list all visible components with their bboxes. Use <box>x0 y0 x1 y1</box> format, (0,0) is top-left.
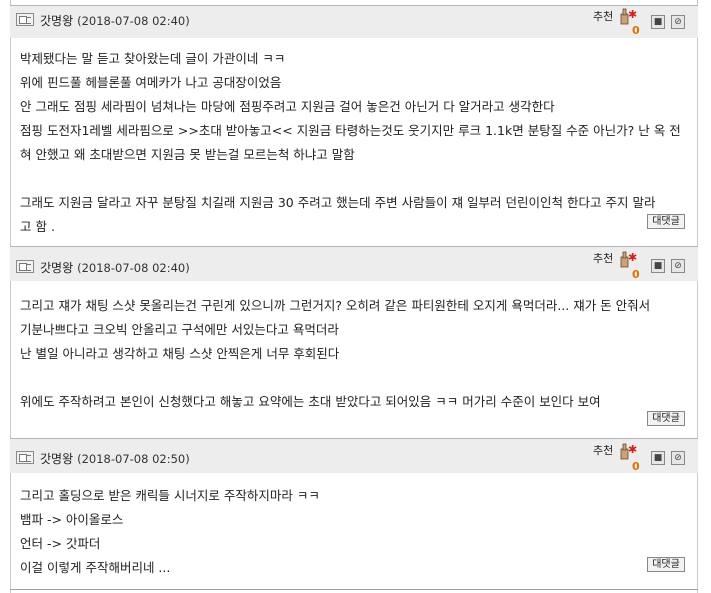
comment-body: 그리고 홀딩으로 받은 캐릭들 시너지로 주작하지마라 ㅋㅋ 뱀파 -> 아이올… <box>20 488 320 575</box>
recommend-count: 0 <box>632 460 640 473</box>
recommend-star-icon: ✱ <box>628 251 638 264</box>
comment-1: 갓명왕 (2018-07-08 02:40) 추천 ✱ 0 ■ ⊘ 박제됐다는 말… <box>10 5 698 241</box>
comment-author[interactable]: 갓명왕 (2018-07-08 02:40) <box>40 12 190 29</box>
comment-3: 갓명왕 (2018-07-08 02:50) 추천 ✱ 0 ■ ⊘ 그리고 홀딩으… <box>10 438 698 590</box>
member-level-icon <box>16 13 34 26</box>
comment-divider <box>10 589 698 590</box>
comment-author[interactable]: 갓명왕 (2018-07-08 02:40) <box>40 259 190 276</box>
recommend-count: 0 <box>632 24 640 37</box>
comment-2: 갓명왕 (2018-07-08 02:40) 추천 ✱ 0 ■ ⊘ 그리고 쟤가 … <box>10 246 698 436</box>
comment-author[interactable]: 갓명왕 (2018-07-08 02:50) <box>40 450 190 467</box>
member-level-icon <box>16 260 34 273</box>
block-user-button[interactable]: ■ <box>651 451 665 465</box>
recommend-count: 0 <box>632 268 640 281</box>
report-button[interactable]: ⊘ <box>671 451 685 465</box>
member-level-icon <box>16 451 34 464</box>
reply-button[interactable]: 대댓글 <box>647 557 685 572</box>
recommend-label: 추천 <box>593 10 614 23</box>
reply-button[interactable]: 대댓글 <box>647 214 685 229</box>
recommend-star-icon: ✱ <box>628 443 638 456</box>
report-button[interactable]: ⊘ <box>671 259 685 273</box>
recommend-star-icon: ✱ <box>628 8 638 21</box>
block-user-button[interactable]: ■ <box>651 259 665 273</box>
comment-date: (2018-07-08 02:40) <box>77 14 190 28</box>
comment-date: (2018-07-08 02:50) <box>77 452 190 466</box>
comment-body: 박제됐다는 말 듣고 찾아왔는데 글이 가관이네 ㅋㅋ 위에 핀드풀 헤블론풀 … <box>20 51 681 234</box>
recommend-label: 추천 <box>593 252 614 265</box>
report-button[interactable]: ⊘ <box>671 15 685 29</box>
comment-date: (2018-07-08 02:40) <box>77 261 190 275</box>
reply-button[interactable]: 대댓글 <box>647 411 685 426</box>
recommend-label: 추천 <box>593 444 614 457</box>
block-user-button[interactable]: ■ <box>651 15 665 29</box>
comment-body: 그리고 쟤가 채팅 스샷 못올리는건 구린게 있으니까 그런거지? 오히려 같은… <box>20 298 651 409</box>
